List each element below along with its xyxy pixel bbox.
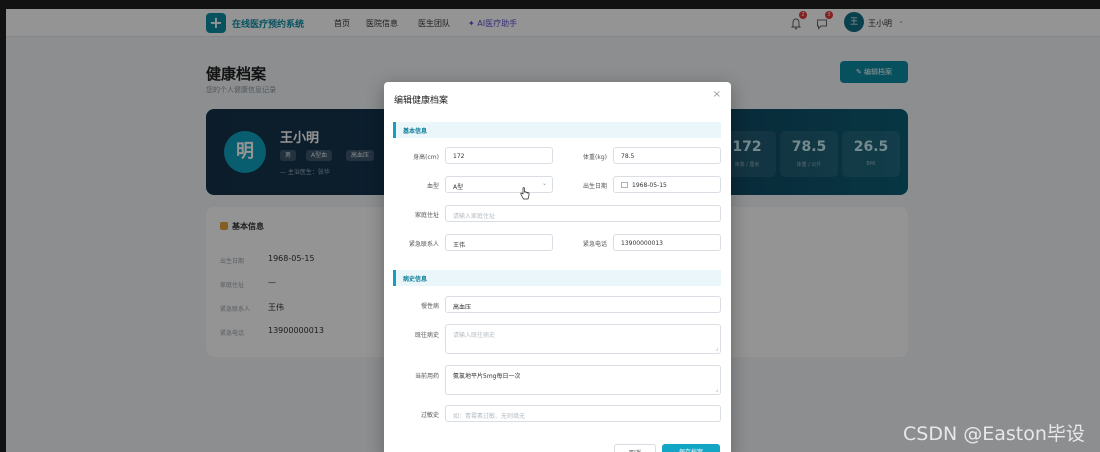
calendar-icon	[621, 182, 628, 188]
weight-input[interactable]: 78.5	[613, 147, 721, 164]
resize-handle-icon[interactable]: ⌟	[715, 345, 718, 352]
watermark: CSDN @Easton毕设	[903, 423, 1085, 445]
medication-value: 氨氯地平片5mg每日一次	[453, 373, 521, 380]
address-label: 家庭住址	[414, 212, 439, 219]
section-medical-history-label: 病史信息	[403, 276, 428, 283]
blood-type-value: A型	[453, 184, 464, 191]
section-basic-info-label: 基本信息	[403, 128, 428, 135]
weight-label: 体重(kg)	[583, 154, 607, 161]
save-button[interactable]: 保存档案	[662, 444, 720, 452]
past-history-placeholder: 请输入既往病史	[453, 332, 496, 339]
height-input[interactable]: 172	[445, 147, 553, 164]
chronic-disease-input[interactable]: 高血压	[445, 296, 721, 313]
birth-date-value: 1968-05-15	[632, 182, 667, 189]
cancel-button[interactable]: 取消	[614, 444, 656, 452]
emergency-phone-input[interactable]: 13900000013	[613, 234, 721, 251]
allergy-input[interactable]: 如：青霉素过敏、无则填无	[445, 405, 721, 422]
emergency-contact-input[interactable]: 王伟	[445, 234, 553, 251]
resize-handle-icon[interactable]: ⌟	[715, 386, 718, 393]
emergency-phone-label: 紧急电话	[582, 241, 607, 248]
allergy-label: 过敏史	[420, 412, 439, 419]
dialog-title: 编辑健康档案	[394, 96, 449, 106]
past-history-textarea[interactable]: 请输入既往病史 ⌟	[445, 324, 721, 354]
section-medical-history: 病史信息	[393, 270, 721, 286]
edit-health-record-dialog: 编辑健康档案 × 基本信息 身高(cm) 172 体重(kg) 78.5 血型 …	[384, 82, 731, 452]
emergency-contact-label: 紧急联系人	[408, 241, 439, 248]
hand-cursor-icon	[520, 187, 530, 200]
height-label: 身高(cm)	[413, 154, 439, 161]
birth-date-label: 出生日期	[582, 183, 607, 190]
section-basic-info: 基本信息	[393, 122, 721, 138]
address-input[interactable]: 请输入家庭住址	[445, 205, 721, 222]
medication-label: 当前用药	[414, 373, 439, 380]
chronic-disease-label: 慢性病	[420, 303, 439, 310]
close-icon[interactable]: ×	[713, 89, 721, 100]
blood-type-label: 血型	[426, 183, 439, 190]
blood-type-select[interactable]: A型 ⌄	[445, 176, 553, 193]
past-history-label: 既往病史	[414, 332, 439, 339]
chevron-down-icon: ⌄	[541, 180, 547, 187]
medication-textarea[interactable]: 氨氯地平片5mg每日一次 ⌟	[445, 365, 721, 395]
birth-date-picker[interactable]: 1968-05-15	[613, 176, 721, 193]
